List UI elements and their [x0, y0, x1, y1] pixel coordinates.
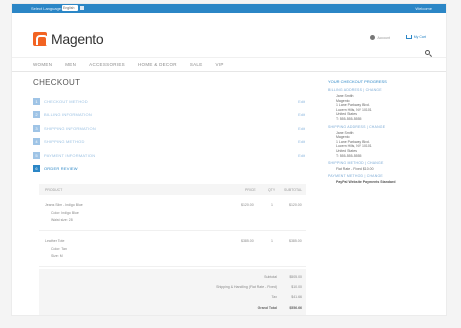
logo[interactable]: Magento [33, 31, 104, 47]
grand-total-value: $556.66 [289, 306, 302, 310]
col-price: PRICE [245, 187, 256, 192]
top-bar: Select Language: English Welcome [12, 4, 446, 13]
nav-item-home-decor[interactable]: HOME & DECOR [138, 62, 177, 67]
cart-link[interactable]: My Cart [405, 35, 426, 39]
cart-label: My Cart [413, 35, 426, 39]
product-qty: 1 [271, 239, 273, 243]
edit-link[interactable]: Edit [298, 139, 305, 144]
step-label: SHIPPING INFORMATION [44, 125, 96, 131]
product-option: Color: Tan [51, 247, 67, 251]
payment-method-title[interactable]: PAYMENT METHOD | CHANGE [328, 174, 438, 178]
account-link[interactable]: Account [370, 35, 390, 40]
product-name: Jeans Slim - Indigo Blue [45, 203, 83, 207]
billing-address-title[interactable]: BILLING ADDRESS | CHANGE [328, 88, 438, 92]
sidebar-heading: YOUR CHECKOUT PROGRESS [328, 79, 387, 84]
grand-total-line: Grand Total $556.66 [258, 306, 302, 310]
address-line: T: 555-555-5555 [336, 116, 362, 121]
main-nav: WOMEN MEN ACCESSORIES HOME & DECOR SALE … [12, 57, 446, 72]
account-label: Account [377, 35, 390, 40]
nav-item-women[interactable]: WOMEN [33, 62, 52, 67]
col-product: PRODUCT [45, 187, 63, 192]
language-select[interactable]: English [62, 5, 84, 11]
product-price: $120.00 [241, 203, 254, 207]
shipping-address-title[interactable]: SHIPPING ADDRESS | CHANGE [328, 125, 438, 129]
product-subtotal: $120.00 [289, 203, 302, 207]
shipping-line: Shipping & Handling (Flat Rate - Fixed) … [216, 285, 302, 289]
table-header: PRODUCT PRICE QTY SUBTOTAL [39, 184, 306, 195]
address-line: T: 555-555-5555 [336, 153, 362, 158]
col-qty: QTY [268, 187, 276, 192]
tax-label: Tax [271, 295, 277, 299]
search-icon[interactable] [425, 50, 430, 55]
subtotal-line: Subtotal $505.00 [264, 275, 302, 279]
edit-link[interactable]: Edit [298, 112, 305, 117]
welcome-link[interactable]: Welcome [415, 6, 432, 11]
step-billing-information[interactable]: 2 BILLING INFORMATION Edit [33, 110, 308, 120]
step-label: ORDER REVIEW [44, 166, 78, 171]
logo-text: Magento [51, 31, 104, 47]
checkout-progress-sidebar: YOUR CHECKOUT PROGRESS BILLING ADDRESS |… [328, 79, 438, 187]
nav-item-men[interactable]: MEN [65, 62, 76, 67]
col-subtotal: SUBTOTAL [284, 187, 303, 192]
product-option: Waist size: 28 [51, 218, 73, 222]
magento-logo-icon [33, 32, 48, 46]
table-row: Jeans Slim - Indigo Blue Color: Indigo B… [39, 195, 306, 231]
step-payment-information[interactable]: 5 PAYMENT INFORMATION Edit [33, 150, 308, 160]
step-number: 6 [33, 165, 40, 172]
grand-total-label: Grand Total [257, 306, 277, 310]
product-price: $385.00 [241, 239, 254, 243]
cart-icon [405, 35, 412, 39]
step-label: SHIPPING METHOD [44, 139, 85, 144]
shipping-address: Jane Smith Magento 1 Lane Parkway Blvd. … [328, 131, 438, 159]
shipping-method-value: Flat Rate - Fixed $10.00 [336, 167, 374, 172]
step-label: PAYMENT INFORMATION [44, 152, 96, 158]
checkout-steps: 1 CHECKOUT METHOD Edit 2 BILLING INFORMA… [33, 96, 308, 177]
checkout-page: Select Language: English Welcome Magento… [11, 3, 447, 316]
table-row: Leather Tote Color: Tan Size: M $385.00 … [39, 231, 306, 267]
product-name: Leather Tote [45, 239, 65, 243]
payment-method-value: PayPal Website Payments Standard [336, 180, 396, 185]
product-option: Color: Indigo Blue [51, 211, 79, 215]
language-label: Select Language: [31, 6, 63, 11]
step-label: BILLING INFORMATION [44, 112, 92, 117]
nav-item-accessories[interactable]: ACCESSORIES [89, 62, 125, 67]
product-subtotal: $385.00 [289, 239, 302, 243]
nav-item-vip[interactable]: VIP [216, 62, 224, 67]
step-number: 5 [33, 151, 40, 159]
order-totals: Subtotal $505.00 Shipping & Handling (Fl… [39, 269, 306, 315]
shipping-value: $10.00 [291, 285, 302, 289]
step-number: 4 [33, 138, 40, 145]
shipping-method-title[interactable]: SHIPPING METHOD | CHANGE [328, 161, 438, 165]
step-checkout-method[interactable]: 1 CHECKOUT METHOD Edit [33, 96, 308, 106]
step-number: 2 [33, 111, 40, 118]
edit-link[interactable]: Edit [298, 99, 305, 104]
billing-address: Jane Smith Magento 1 Lane Parkway Blvd. … [328, 94, 438, 122]
step-order-review: 6 ORDER REVIEW [33, 164, 308, 174]
page-title: CHECKOUT [33, 78, 81, 87]
subtotal-value: $505.00 [289, 275, 302, 279]
tax-line: Tax $41.66 [272, 295, 302, 299]
shipping-label: Shipping & Handling (Flat Rate - Fixed) [216, 285, 277, 289]
header: Magento Account My Cart [12, 13, 446, 57]
order-review-table: PRODUCT PRICE QTY SUBTOTAL Jeans Slim - … [39, 184, 306, 267]
product-option: Size: M [51, 254, 63, 258]
edit-link[interactable]: Edit [298, 126, 305, 131]
step-shipping-method[interactable]: 4 SHIPPING METHOD Edit [33, 137, 308, 147]
edit-link[interactable]: Edit [298, 153, 305, 158]
tax-value: $41.66 [291, 295, 302, 299]
user-icon [370, 35, 376, 40]
subtotal-label: Subtotal [264, 275, 277, 279]
step-shipping-information[interactable]: 3 SHIPPING INFORMATION Edit [33, 123, 308, 133]
product-qty: 1 [271, 203, 273, 207]
step-label: CHECKOUT METHOD [44, 98, 88, 104]
step-number: 1 [33, 97, 40, 105]
nav-item-sale[interactable]: SALE [190, 62, 203, 67]
step-number: 3 [33, 124, 40, 132]
